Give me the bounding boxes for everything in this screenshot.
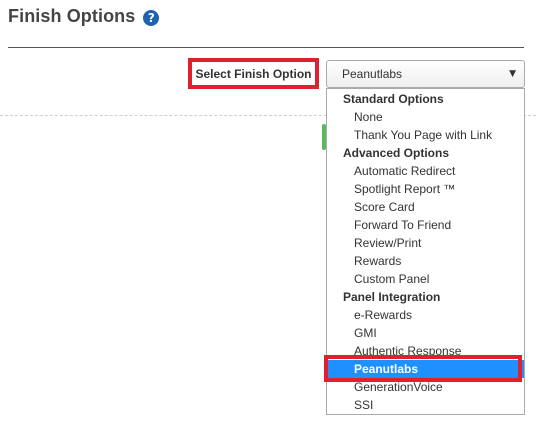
dropdown-option[interactable]: Thank You Page with Link xyxy=(327,126,524,144)
dropdown-option[interactable]: Automatic Redirect xyxy=(327,162,524,180)
finish-option-label-highlight: Select Finish Option xyxy=(188,58,319,89)
dropdown-option[interactable]: None xyxy=(327,108,524,126)
chevron-down-icon: ▼ xyxy=(509,69,516,79)
dropdown-option[interactable]: Rewards xyxy=(327,252,524,270)
title-row: Finish Options ? xyxy=(8,6,160,27)
dropdown-option[interactable]: GenerationVoice xyxy=(327,378,524,396)
dropdown-option[interactable]: GMI xyxy=(327,324,524,342)
finish-options-page: Finish Options ? Select Finish Option Pe… xyxy=(0,0,536,425)
dropdown-option[interactable]: Peanutlabs xyxy=(327,360,524,378)
dropdown-option[interactable]: Forward To Friend xyxy=(327,216,524,234)
dropdown-option[interactable]: Review/Print xyxy=(327,234,524,252)
dropdown-option[interactable]: Custom Panel xyxy=(327,270,524,288)
dropdown-group-label: Advanced Options xyxy=(343,146,450,160)
finish-option-selected-value: Peanutlabs xyxy=(342,67,403,81)
dropdown-option[interactable]: Spotlight Report ™ xyxy=(327,180,524,198)
dropdown-group-label: Standard Options xyxy=(343,92,444,106)
title-divider xyxy=(8,47,524,48)
dropdown-group-label: Panel Integration xyxy=(343,290,441,304)
finish-option-select[interactable]: Peanutlabs ▼ xyxy=(326,60,525,88)
finish-option-dropdown-list[interactable]: Standard Options None Thank You Page with … xyxy=(326,88,525,415)
question-circle-icon[interactable]: ? xyxy=(143,9,160,26)
dropdown-option[interactable]: Authentic Response xyxy=(327,342,524,360)
page-title: Finish Options xyxy=(8,6,136,26)
dropdown-option[interactable]: Score Card xyxy=(327,198,524,216)
dropdown-option[interactable]: SSI xyxy=(327,396,524,414)
dropdown-option[interactable]: e-Rewards xyxy=(327,306,524,324)
finish-option-label: Select Finish Option xyxy=(195,66,312,81)
